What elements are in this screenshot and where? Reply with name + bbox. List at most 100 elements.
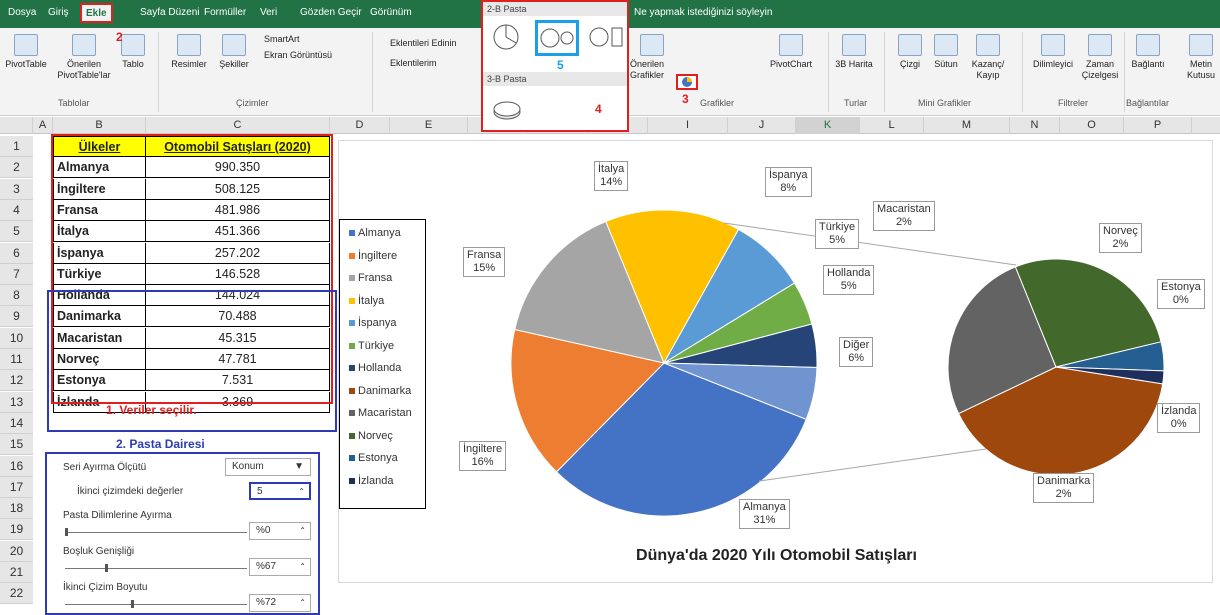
row-header[interactable]: 19 xyxy=(0,519,33,541)
row-header[interactable]: 9 xyxy=(0,306,33,328)
recommended-pivottables-button[interactable]: Önerilen PivotTable'lar xyxy=(54,34,114,81)
pivotchart-button[interactable]: PivotChart xyxy=(766,34,816,70)
my-addins-button[interactable]: Eklentilerim xyxy=(390,58,437,69)
row-header[interactable]: 7 xyxy=(0,263,33,285)
column-header[interactable]: C xyxy=(146,117,330,134)
row-header[interactable]: 1 xyxy=(0,136,33,157)
shapes-button[interactable]: Şekiller xyxy=(214,34,254,70)
pictures-button[interactable]: Resimler xyxy=(164,34,214,70)
row-header[interactable]: 20 xyxy=(0,540,33,562)
row-header[interactable]: 12 xyxy=(0,370,33,392)
group-divider xyxy=(1022,32,1023,112)
pie-of-pie-option[interactable] xyxy=(535,20,579,56)
row-header[interactable]: 3 xyxy=(0,178,33,200)
gap-width-slider[interactable] xyxy=(65,568,247,569)
row-header[interactable]: 22 xyxy=(0,583,33,605)
row-header[interactable]: 4 xyxy=(0,199,33,221)
screenshot-button[interactable]: Ekran Görüntüsü xyxy=(264,50,332,61)
get-addins-button[interactable]: Eklentileri Edinin xyxy=(390,38,457,49)
explosion-slider-handle[interactable] xyxy=(65,528,68,536)
tab-gozden-gecir[interactable]: Gözden Geçir xyxy=(300,7,362,18)
column-header[interactable]: N xyxy=(1010,117,1060,134)
legend-label: Türkiye xyxy=(358,339,395,352)
data-label[interactable]: Hollanda 5% xyxy=(823,265,875,295)
pie-2d-option[interactable] xyxy=(491,22,523,52)
row-header[interactable]: 13 xyxy=(0,391,33,413)
bar-of-pie-option[interactable] xyxy=(587,22,625,52)
data-label[interactable]: Almanya 31% xyxy=(739,499,790,529)
tab-ekle[interactable]: Ekle xyxy=(80,3,113,23)
data-label[interactable]: Fransa 15% xyxy=(463,247,506,277)
connector-line xyxy=(758,448,987,482)
pie-3d-option[interactable] xyxy=(491,98,525,122)
row-header[interactable]: 21 xyxy=(0,562,33,583)
group-tablolar: Tablolar xyxy=(58,98,90,108)
row-header[interactable]: 8 xyxy=(0,285,33,307)
column-header[interactable]: P xyxy=(1124,117,1192,134)
pie-chart-button[interactable] xyxy=(676,74,698,90)
row-header[interactable]: 2 xyxy=(0,157,33,179)
sparkline-line-button[interactable]: Çizgi xyxy=(894,34,926,70)
pivottable-button[interactable]: PivotTable xyxy=(4,34,48,70)
data-label[interactable]: İtalya 14% xyxy=(594,161,629,191)
explosion-input[interactable]: %0 ⌃ xyxy=(249,522,311,540)
sparkline-winloss-label: Kazanç/ Kayıp xyxy=(971,59,1005,80)
data-label[interactable]: Macaristan 2% xyxy=(873,201,935,231)
pie-of-pie-chart[interactable]: Almanya İngiltere Fransa İtalya İspanya Türki… xyxy=(338,140,1213,583)
gap-width-slider-handle[interactable] xyxy=(105,564,108,572)
tab-dosya[interactable]: Dosya xyxy=(8,7,36,18)
second-plot-size-input[interactable]: %72 ⌃ xyxy=(249,594,311,612)
gap-width-input[interactable]: %67 ⌃ xyxy=(249,558,311,576)
second-plot-size-slider-handle[interactable] xyxy=(131,600,134,608)
data-label[interactable]: Estonya 0% xyxy=(1157,279,1205,309)
column-header[interactable]: J xyxy=(728,117,796,134)
row-header[interactable]: 5 xyxy=(0,221,33,243)
select-all-corner[interactable] xyxy=(0,117,33,134)
row-header[interactable]: 10 xyxy=(0,327,33,349)
smartart-button[interactable]: SmartArt xyxy=(264,34,300,45)
timeline-button[interactable]: Zaman Çizelgesi xyxy=(1080,34,1120,81)
3d-map-button[interactable]: 3B Harita xyxy=(834,34,874,70)
recommended-charts-button[interactable]: Önerilen Grafikler xyxy=(630,34,674,81)
row-header[interactable]: 17 xyxy=(0,476,33,498)
sparkline-winloss-icon xyxy=(976,34,1000,56)
tab-veri[interactable]: Veri xyxy=(260,7,277,18)
tab-formuller[interactable]: Formüller xyxy=(204,7,246,18)
column-header[interactable]: D xyxy=(330,117,390,134)
column-header[interactable]: O xyxy=(1060,117,1124,134)
slicer-button[interactable]: Dilimleyici xyxy=(1028,34,1078,70)
column-header[interactable]: L xyxy=(860,117,924,134)
column-header[interactable]: M xyxy=(924,117,1010,134)
data-label[interactable]: Diğer 6% xyxy=(839,337,874,367)
sparkline-column-button[interactable]: Sütun xyxy=(930,34,962,70)
tab-giris[interactable]: Giriş xyxy=(48,7,69,18)
split-series-select[interactable]: Konum ▼ xyxy=(225,458,311,476)
second-plot-values-input[interactable]: 5 ⌃ xyxy=(249,482,311,500)
data-label[interactable]: Norveç 2% xyxy=(1099,223,1142,253)
data-label[interactable]: İngiltere 16% xyxy=(459,441,507,471)
tab-gorunum[interactable]: Görünüm xyxy=(370,7,412,18)
data-label[interactable]: Danimarka 2% xyxy=(1033,473,1095,503)
row-header[interactable]: 18 xyxy=(0,498,33,520)
link-button[interactable]: Bağlantı xyxy=(1128,34,1168,70)
explosion-slider[interactable] xyxy=(65,532,247,533)
column-header[interactable]: E xyxy=(390,117,468,134)
data-label-value: 2% xyxy=(1112,238,1129,250)
row-header[interactable]: 16 xyxy=(0,455,33,477)
tell-me-search[interactable]: Ne yapmak istediğinizi söyleyin xyxy=(634,7,772,18)
data-label[interactable]: İzlanda 0% xyxy=(1157,403,1201,433)
row-header[interactable]: 6 xyxy=(0,242,33,264)
data-label[interactable]: İspanya 8% xyxy=(765,167,812,197)
data-label[interactable]: Türkiye 5% xyxy=(815,219,860,249)
row-header[interactable]: 15 xyxy=(0,434,33,456)
column-header[interactable]: K xyxy=(796,117,860,134)
tab-sayfa-duzeni[interactable]: Sayfa Düzeni xyxy=(140,7,199,18)
textbox-button[interactable]: Metin Kutusu xyxy=(1182,34,1220,81)
row-header[interactable]: 14 xyxy=(0,412,33,434)
column-header[interactable]: A xyxy=(33,117,53,134)
column-header[interactable]: I xyxy=(648,117,728,134)
sparkline-winloss-button[interactable]: Kazanç/ Kayıp xyxy=(966,34,1010,81)
row-header[interactable]: 11 xyxy=(0,349,33,370)
second-plot-size-slider[interactable] xyxy=(65,604,247,605)
column-header[interactable]: B xyxy=(53,117,146,134)
